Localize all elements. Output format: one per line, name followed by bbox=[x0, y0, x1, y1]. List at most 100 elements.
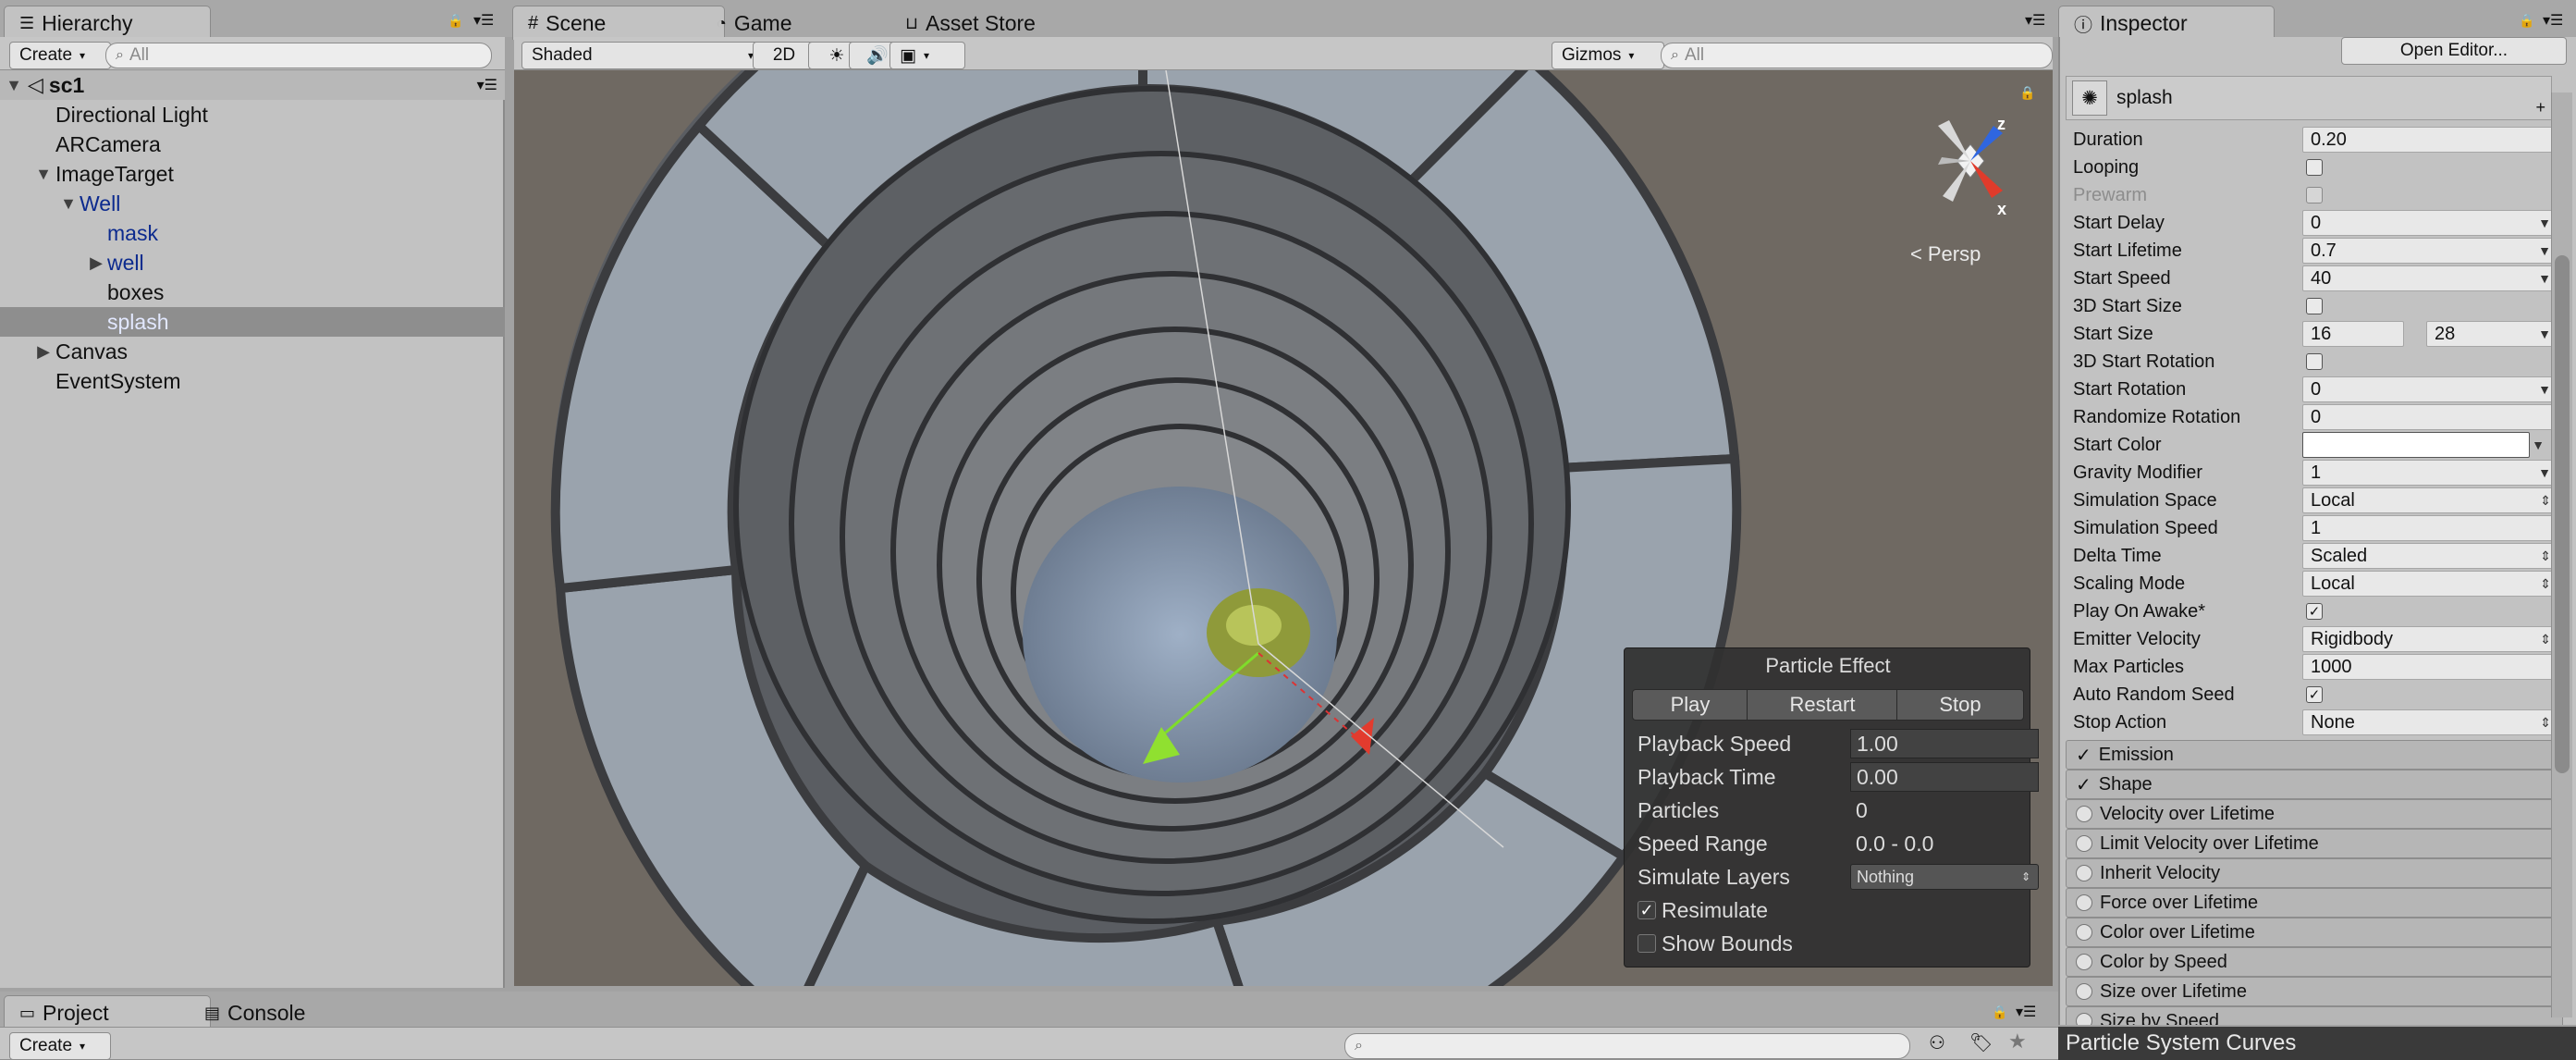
simulation-speed-input[interactable]: 1 bbox=[2302, 515, 2558, 541]
looping-checkbox[interactable] bbox=[2306, 159, 2323, 176]
lock-icon[interactable]: 🔒 bbox=[448, 13, 463, 29]
tab-asset-store[interactable]: ⊔ Asset Store bbox=[889, 6, 1143, 40]
3d-start-size-checkbox[interactable] bbox=[2306, 298, 2323, 314]
stop-action-dropdown[interactable]: None ⇕ bbox=[2302, 709, 2558, 735]
module-force-over-lifetime[interactable]: Force over Lifetime bbox=[2066, 888, 2563, 918]
chevron-down-icon[interactable]: ▼ bbox=[2538, 465, 2551, 480]
emitter-velocity-dropdown[interactable]: Rigidbody ⇕ bbox=[2302, 626, 2558, 652]
project-search-input[interactable]: ⌕ bbox=[1344, 1033, 1910, 1059]
module-color-over-lifetime[interactable]: Color over Lifetime bbox=[2066, 918, 2563, 947]
list-item[interactable]: ▶ well bbox=[0, 248, 505, 277]
delta-time-dropdown[interactable]: Scaled ⇕ bbox=[2302, 543, 2558, 569]
module-velocity-over-lifetime[interactable]: Velocity over Lifetime bbox=[2066, 799, 2563, 829]
scene-search-input[interactable]: ⌕ All bbox=[1661, 43, 2053, 68]
module-limit-velocity[interactable]: Limit Velocity over Lifetime bbox=[2066, 829, 2563, 858]
collapse-icon[interactable]: ▼ bbox=[4, 76, 24, 95]
3d-start-rotation-checkbox[interactable] bbox=[2306, 353, 2323, 370]
module-size-by-speed[interactable]: Size by Speed bbox=[2066, 1006, 2563, 1025]
chevron-down-icon[interactable]: ▼ bbox=[2538, 216, 2551, 230]
orientation-gizmo[interactable] bbox=[1901, 107, 2040, 237]
start-speed-input[interactable]: 40 ▼ bbox=[2302, 265, 2558, 291]
list-item[interactable]: EventSystem bbox=[0, 366, 505, 396]
chevron-down-icon[interactable]: ▼ bbox=[2532, 438, 2545, 452]
tab-project[interactable]: ▭ Project bbox=[4, 995, 211, 1029]
max-particles-input[interactable]: 1000 bbox=[2302, 654, 2558, 680]
list-item[interactable]: boxes bbox=[0, 277, 505, 307]
play-on-awake-checkbox[interactable]: ✓ bbox=[2306, 603, 2323, 620]
show-bounds-row[interactable]: Show Bounds bbox=[1638, 928, 2017, 959]
effects-dropdown[interactable]: ▣ ▾ bbox=[889, 42, 965, 69]
shading-mode-dropdown[interactable]: Shaded ▾ bbox=[521, 42, 764, 69]
list-item[interactable]: ARCamera bbox=[0, 129, 505, 159]
list-item[interactable]: mask bbox=[0, 218, 505, 248]
stop-button[interactable]: Stop bbox=[1896, 689, 2024, 721]
scene-row[interactable]: ▼ ◁ sc1 ▾☰ bbox=[0, 70, 505, 100]
tab-inspector[interactable]: ⓘ Inspector bbox=[2058, 6, 2275, 40]
gizmos-dropdown[interactable]: Gizmos ▾ bbox=[1552, 42, 1664, 69]
duration-input[interactable]: 0.20 bbox=[2302, 127, 2558, 153]
restart-button[interactable]: Restart bbox=[1747, 689, 1898, 721]
module-toggle-icon[interactable] bbox=[2076, 954, 2092, 970]
filter-by-label-icon[interactable]: 🏷 bbox=[1969, 1031, 1993, 1054]
panel-menu-icon[interactable]: ▾☰ bbox=[2016, 1003, 2036, 1021]
panel-menu-icon[interactable]: ▾☰ bbox=[2543, 11, 2563, 30]
tab-hierarchy[interactable]: ☰ Hierarchy bbox=[4, 6, 211, 40]
module-toggle-icon[interactable] bbox=[2076, 806, 2092, 822]
add-icon[interactable]: + bbox=[2535, 98, 2545, 117]
panel-menu-icon[interactable]: ▾☰ bbox=[2025, 11, 2045, 30]
lock-icon[interactable]: 🔒 bbox=[2519, 13, 2534, 29]
playback-time-input[interactable]: 0.00 bbox=[1850, 762, 2039, 792]
chevron-down-icon[interactable]: ▼ bbox=[2538, 271, 2551, 286]
tab-game[interactable]: ◔ Game bbox=[701, 6, 899, 40]
module-toggle-icon[interactable] bbox=[2076, 865, 2092, 881]
list-item[interactable]: Directional Light bbox=[0, 100, 505, 129]
module-toggle-icon[interactable] bbox=[2076, 924, 2092, 941]
panel-menu-icon[interactable]: ▾☰ bbox=[473, 11, 494, 30]
playback-speed-input[interactable]: 1.00 bbox=[1850, 729, 2039, 758]
list-item[interactable]: ▼ Well bbox=[0, 189, 505, 218]
scaling-mode-dropdown[interactable]: Local ⇕ bbox=[2302, 571, 2558, 597]
chevron-down-icon[interactable]: ▼ bbox=[2538, 327, 2551, 341]
expand-icon[interactable]: ▶ bbox=[31, 342, 55, 362]
module-toggle-icon[interactable] bbox=[2076, 835, 2092, 852]
auto-random-seed-checkbox[interactable]: ✓ bbox=[2306, 686, 2323, 703]
gravity-modifier-input[interactable]: 1 ▼ bbox=[2302, 460, 2558, 486]
start-size-min-input[interactable]: 16 bbox=[2302, 321, 2404, 347]
hierarchy-create-button[interactable]: Create ▾ bbox=[9, 42, 111, 69]
2d-toggle[interactable]: 2D bbox=[753, 42, 816, 69]
checkmark-icon[interactable]: ✓ bbox=[2076, 744, 2091, 767]
start-rotation-input[interactable]: 0 ▼ bbox=[2302, 376, 2558, 402]
start-size-max-input[interactable]: 28 ▼ bbox=[2426, 321, 2558, 347]
checkmark-icon[interactable]: ✓ bbox=[2076, 773, 2091, 796]
favorite-star-icon[interactable]: ★ bbox=[2008, 1029, 2027, 1054]
play-button[interactable]: Play bbox=[1632, 689, 1748, 721]
start-lifetime-input[interactable]: 0.7 ▼ bbox=[2302, 238, 2558, 264]
scrollbar-thumb[interactable] bbox=[2555, 255, 2570, 773]
randomize-rotation-input[interactable]: 0 bbox=[2302, 404, 2558, 430]
simulate-layers-dropdown[interactable]: Nothing ⇕ bbox=[1850, 864, 2039, 890]
project-create-button[interactable]: Create ▾ bbox=[9, 1032, 111, 1060]
collapse-icon[interactable]: ▼ bbox=[31, 165, 55, 184]
resimulate-checkbox[interactable]: ✓ bbox=[1638, 901, 1656, 919]
lock-icon[interactable]: 🔒 bbox=[2019, 85, 2035, 101]
module-size-over-lifetime[interactable]: Size over Lifetime bbox=[2066, 977, 2563, 1006]
module-toggle-icon[interactable] bbox=[2076, 983, 2092, 1000]
projection-toggle[interactable]: < Persp bbox=[1910, 242, 1981, 266]
list-item-selected[interactable]: splash bbox=[0, 307, 505, 337]
scene-menu-icon[interactable]: ▾☰ bbox=[477, 76, 497, 94]
module-toggle-icon[interactable] bbox=[2076, 894, 2092, 911]
module-inherit-velocity[interactable]: Inherit Velocity bbox=[2066, 858, 2563, 888]
start-delay-input[interactable]: 0 ▼ bbox=[2302, 210, 2558, 236]
tab-console[interactable]: ▤ Console bbox=[189, 995, 386, 1029]
tab-scene[interactable]: # Scene bbox=[512, 6, 725, 40]
module-shape[interactable]: ✓ Shape bbox=[2066, 770, 2563, 799]
module-toggle-icon[interactable] bbox=[2076, 1013, 2092, 1025]
start-color-swatch[interactable] bbox=[2302, 432, 2530, 458]
list-item[interactable]: ▼ ImageTarget bbox=[0, 159, 505, 189]
collapse-icon[interactable]: ▼ bbox=[57, 194, 80, 214]
lock-icon[interactable]: 🔒 bbox=[1992, 1005, 2007, 1020]
show-bounds-checkbox[interactable] bbox=[1638, 934, 1656, 953]
hierarchy-search-input[interactable]: ⌕ All bbox=[105, 43, 492, 68]
resimulate-row[interactable]: ✓ Resimulate bbox=[1638, 894, 2017, 926]
filter-by-type-icon[interactable]: ⚇ bbox=[1929, 1031, 1945, 1054]
